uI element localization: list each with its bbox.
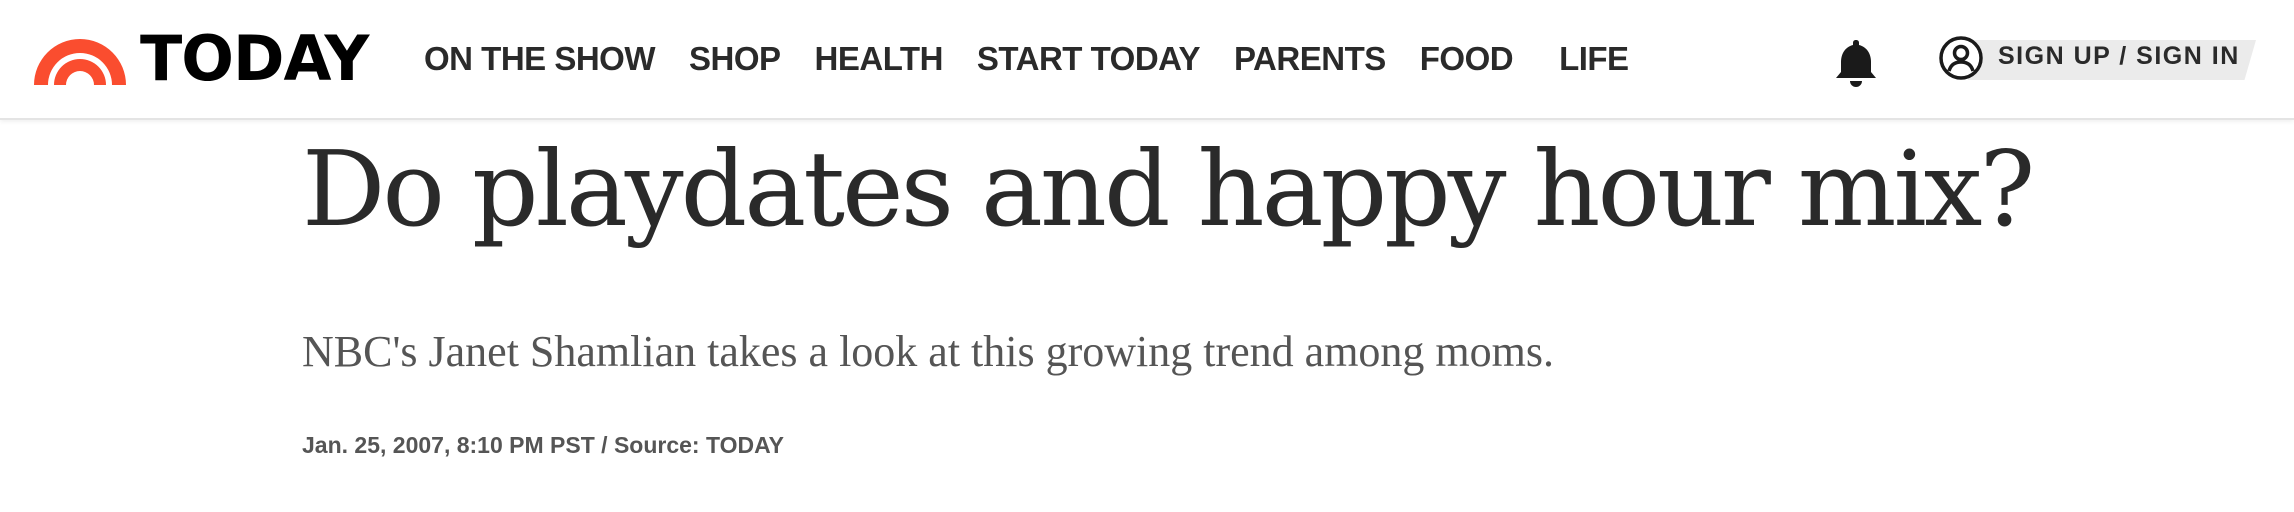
notifications-button[interactable] bbox=[1830, 36, 1882, 88]
article-headline: Do playdates and happy hour mix? bbox=[302, 128, 2035, 250]
site-header: TODAY ON THE SHOW SHOP HEALTH START TODA… bbox=[0, 0, 2294, 120]
sign-in-button[interactable]: SIGN UP / SIGN IN bbox=[1938, 33, 2256, 85]
nav-item-parents[interactable]: PARENTS bbox=[1234, 40, 1386, 78]
nav-item-start-today[interactable]: START TODAY bbox=[977, 40, 1201, 78]
rainbow-logo-icon bbox=[34, 39, 126, 85]
article-byline: Jan. 25, 2007, 8:10 PM PST / Source: TOD… bbox=[302, 432, 784, 458]
user-circle-icon bbox=[1939, 36, 1983, 80]
main-nav: ON THE SHOW SHOP HEALTH START TODAY PARE… bbox=[424, 34, 1663, 84]
nav-item-health[interactable]: HEALTH bbox=[815, 40, 944, 78]
nav-item-shop[interactable]: SHOP bbox=[689, 40, 781, 78]
nav-item-food[interactable]: FOOD bbox=[1420, 40, 1514, 78]
sign-in-label: SIGN UP / SIGN IN bbox=[1998, 42, 2240, 70]
today-logo[interactable]: TODAY bbox=[32, 22, 369, 95]
logo-wordmark: TODAY bbox=[140, 22, 369, 95]
nav-item-on-the-show[interactable]: ON THE SHOW bbox=[424, 40, 656, 78]
nav-item-life[interactable]: LIFE bbox=[1559, 40, 1629, 78]
bell-icon bbox=[1836, 40, 1876, 87]
article-dek: NBC's Janet Shamlian takes a look at thi… bbox=[302, 327, 1555, 376]
